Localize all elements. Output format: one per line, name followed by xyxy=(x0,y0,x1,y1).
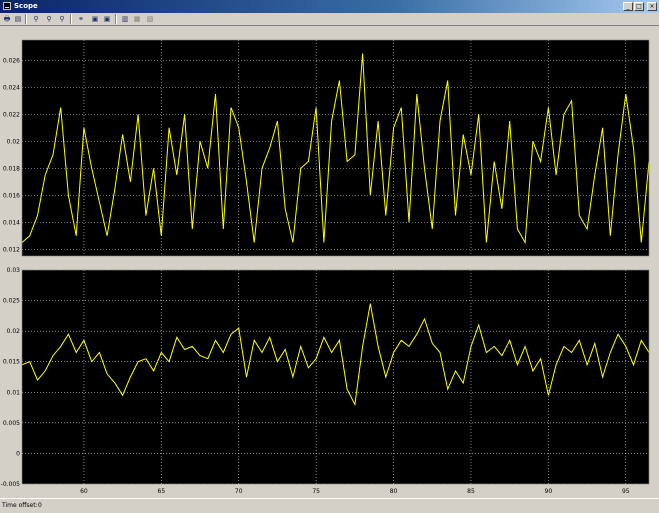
y-tick-label: -0.005 xyxy=(1,481,21,488)
y-tick-label: 0.016 xyxy=(3,192,20,199)
plot-area xyxy=(22,270,649,484)
x-tick-label: 75 xyxy=(312,488,320,495)
maximize-button[interactable]: □ xyxy=(634,2,644,11)
y-tick-label: 0.02 xyxy=(7,138,21,145)
print-icon[interactable]: 🖶 xyxy=(2,14,12,24)
minimize-button[interactable]: _ xyxy=(623,2,633,11)
close-button[interactable]: × xyxy=(647,2,657,11)
x-tick-label: 90 xyxy=(545,488,553,495)
x-tick-label: 65 xyxy=(158,488,166,495)
time-offset-value: 0 xyxy=(38,502,42,509)
scope-app-icon xyxy=(3,2,11,10)
x-tick-label: 95 xyxy=(622,488,630,495)
lock-axes-icon[interactable]: ▦ xyxy=(132,14,142,24)
y-tick-label: 0.012 xyxy=(3,246,20,253)
y-tick-label: 0.024 xyxy=(3,84,20,91)
y-tick-label: 0.015 xyxy=(3,359,20,366)
y-tick-label: 0.026 xyxy=(3,57,20,64)
y-tick-label: 0.01 xyxy=(7,389,21,396)
y-tick-label: 0.005 xyxy=(3,420,20,427)
zoom-icon[interactable]: ⚲ xyxy=(31,14,41,24)
y-tick-label: 0 xyxy=(16,450,20,457)
y-tick-label: 0.02 xyxy=(7,328,21,335)
zoom-x-icon[interactable]: ⚲ xyxy=(44,14,54,24)
scope-canvas: 0.012 0.014 0.016 0.018 0.02 0.022 0.024 0.026 -… xyxy=(0,27,659,498)
scope-toolbar: 🖶 ▤ ⚲ ⚲ ⚲ ⚭ ▣ ▣ ▥ ▦ ▧ xyxy=(0,13,659,26)
time-offset-label: Time offset: xyxy=(2,502,38,509)
toolbar-separator xyxy=(115,14,117,24)
save-axes-icon[interactable]: ▣ xyxy=(90,14,100,24)
toolbar-separator xyxy=(25,14,27,24)
toolbar-separator xyxy=(70,14,72,24)
y-tick-label: 0.014 xyxy=(3,219,20,226)
y-tick-label: 0.025 xyxy=(3,298,20,305)
autoscale-icon[interactable]: ⚭ xyxy=(76,14,86,24)
zoom-y-icon[interactable]: ⚲ xyxy=(57,14,67,24)
x-tick-label: 70 xyxy=(235,488,243,495)
y-tick-label: 0.03 xyxy=(7,267,21,274)
y-tick-label: 0.022 xyxy=(3,111,20,118)
scope-plots: 0.012 0.014 0.016 0.018 0.02 0.022 0.024 0.026 -… xyxy=(1,39,650,495)
floating-scope-icon[interactable]: ▥ xyxy=(120,14,130,24)
restore-axes-icon[interactable]: ▣ xyxy=(102,14,112,24)
parameters-icon[interactable]: ▤ xyxy=(13,14,23,24)
window-title: Scope xyxy=(14,2,38,10)
x-tick-label: 80 xyxy=(390,488,398,495)
plot-area xyxy=(22,40,649,256)
signal-selection-icon[interactable]: ▧ xyxy=(145,14,155,24)
y-tick-label: 0.018 xyxy=(3,165,20,172)
x-tick-label: 85 xyxy=(467,488,475,495)
window-titlebar[interactable]: Scope _ □ × xyxy=(0,0,659,13)
x-tick-label: 60 xyxy=(80,488,88,495)
status-bar: Time offset: 0 xyxy=(0,498,659,513)
